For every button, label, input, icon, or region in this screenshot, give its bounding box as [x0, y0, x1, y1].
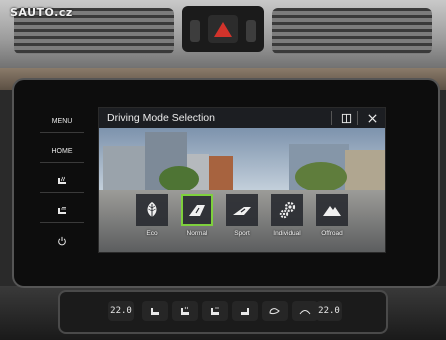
infotainment-screen: Driving Mode Selection Eco Normal Sport …: [98, 107, 386, 253]
title-divider: [331, 111, 332, 125]
info-book-icon[interactable]: [339, 111, 353, 125]
power-button[interactable]: [40, 230, 84, 252]
climate-control-panel: 22.0 22.0: [60, 292, 386, 332]
home-button[interactable]: HOME: [40, 140, 84, 163]
recirculation-button[interactable]: [262, 301, 288, 321]
close-icon[interactable]: [365, 111, 379, 125]
mode-eco-tile[interactable]: [136, 194, 168, 226]
road-normal-icon: [189, 205, 205, 216]
leaf-icon: [147, 202, 157, 218]
mode-offroad-tile[interactable]: [316, 194, 348, 226]
right-temperature-display[interactable]: 22.0: [316, 301, 342, 321]
building: [103, 146, 149, 190]
mode-sport-tile[interactable]: [226, 194, 258, 226]
hazard-button[interactable]: [208, 15, 238, 43]
gears-icon: [279, 201, 296, 219]
building: [345, 150, 385, 190]
windshield-button[interactable]: [292, 301, 318, 321]
mode-normal[interactable]: Normal: [181, 194, 213, 248]
home-button-label: HOME: [51, 147, 73, 155]
seat-heat-left-button[interactable]: [142, 301, 168, 321]
mode-offroad[interactable]: Offroad: [316, 194, 348, 248]
left-temperature-display[interactable]: 22.0: [108, 301, 134, 321]
seat-heat-left-icon: [151, 308, 159, 315]
seat-cool-icon: [211, 307, 219, 315]
menu-button[interactable]: MENU: [40, 110, 84, 133]
road-sport-icon: [233, 207, 251, 215]
building: [209, 156, 233, 190]
driving-mode-options: Eco Normal Sport Individual Offroad: [136, 194, 350, 248]
mode-normal-tile[interactable]: [181, 194, 213, 226]
dashboard-top: SAUTO.cz: [0, 0, 446, 70]
seat-heat-right-button[interactable]: [232, 301, 258, 321]
mode-offroad-label: Offroad: [321, 230, 343, 237]
title-bar: Driving Mode Selection: [99, 108, 385, 128]
menu-button-label: MENU: [51, 117, 73, 125]
mode-sport[interactable]: Sport: [226, 194, 258, 248]
recirculation-icon: [269, 308, 280, 315]
windshield-icon: [299, 310, 311, 315]
hard-buttons-column: MENU HOME: [40, 110, 84, 270]
mode-individual[interactable]: Individual: [271, 194, 303, 248]
page-title: Driving Mode Selection: [107, 112, 215, 124]
power-icon: [58, 236, 66, 246]
seat-heat-left-2-button[interactable]: [172, 301, 198, 321]
tree: [295, 162, 347, 192]
mode-individual-tile[interactable]: [271, 194, 303, 226]
hazard-icon: [214, 21, 232, 37]
seat-heat-left-2-icon: [181, 306, 189, 315]
right-knob[interactable]: [246, 20, 256, 42]
mountain-icon: [323, 206, 341, 216]
right-temperature-value: 22.0: [318, 306, 340, 316]
seat-ventilation-icon: [58, 207, 66, 214]
watermark: SAUTO.cz: [10, 6, 73, 19]
right-air-vent: [272, 8, 432, 54]
left-temperature-value: 22.0: [110, 306, 132, 316]
seat-heating-icon: [58, 176, 66, 184]
seat-cool-button[interactable]: [202, 301, 228, 321]
tree: [159, 166, 199, 192]
mode-eco[interactable]: Eco: [136, 194, 168, 248]
seat-heating-button[interactable]: [40, 170, 84, 193]
seat-heat-right-icon: [241, 308, 249, 315]
hazard-panel: [182, 6, 264, 52]
left-knob[interactable]: [190, 20, 200, 42]
title-divider-2: [357, 111, 358, 125]
seat-ventilation-button[interactable]: [40, 200, 84, 223]
